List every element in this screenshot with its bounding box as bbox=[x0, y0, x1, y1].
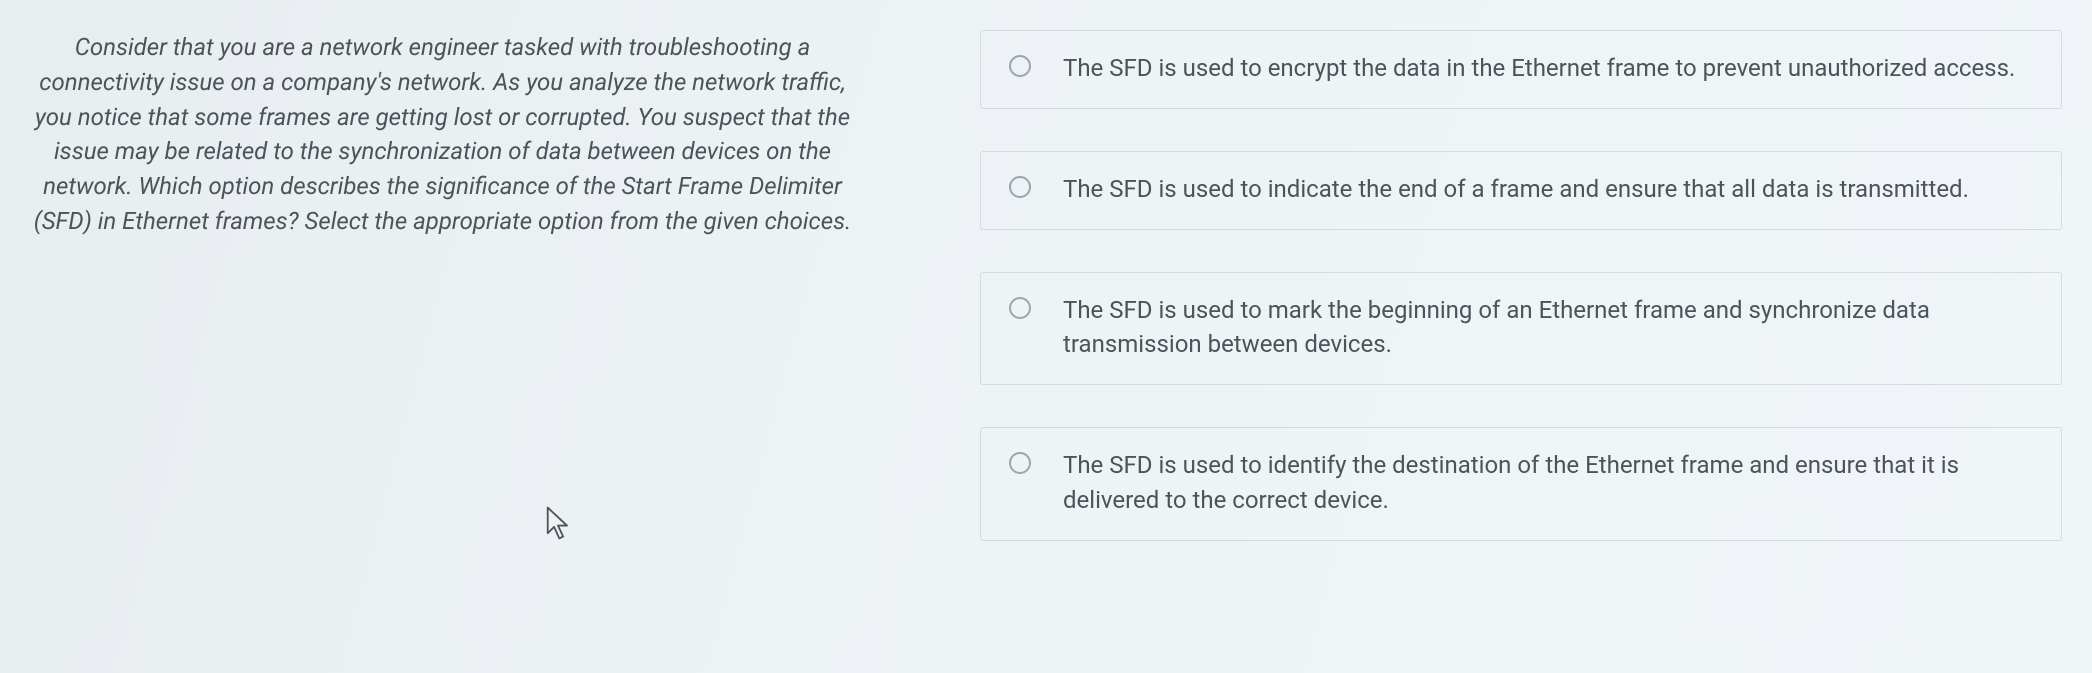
option-4[interactable]: The SFD is used to identify the destinat… bbox=[980, 427, 2062, 541]
option-1[interactable]: The SFD is used to encrypt the data in t… bbox=[980, 30, 2062, 109]
option-text: The SFD is used to indicate the end of a… bbox=[1063, 172, 1969, 207]
options-panel: The SFD is used to encrypt the data in t… bbox=[885, 20, 2092, 653]
question-text: Consider that you are a network engineer… bbox=[30, 30, 855, 239]
radio-icon bbox=[1009, 297, 1031, 319]
radio-icon bbox=[1009, 55, 1031, 77]
option-2[interactable]: The SFD is used to indicate the end of a… bbox=[980, 151, 2062, 230]
radio-icon bbox=[1009, 452, 1031, 474]
radio-icon bbox=[1009, 176, 1031, 198]
option-3[interactable]: The SFD is used to mark the beginning of… bbox=[980, 272, 2062, 386]
option-text: The SFD is used to mark the beginning of… bbox=[1063, 293, 2033, 363]
question-panel: Consider that you are a network engineer… bbox=[0, 20, 885, 653]
option-text: The SFD is used to encrypt the data in t… bbox=[1063, 51, 2015, 86]
option-text: The SFD is used to identify the destinat… bbox=[1063, 448, 2033, 518]
quiz-container: Consider that you are a network engineer… bbox=[0, 0, 2092, 673]
